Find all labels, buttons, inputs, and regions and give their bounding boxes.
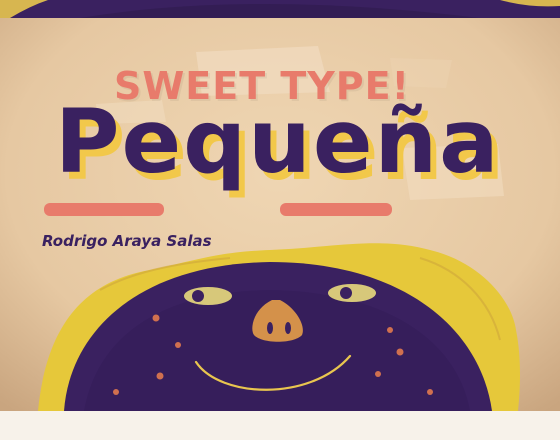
underline-bar-left: [44, 203, 164, 216]
page-title: Pequeña: [55, 90, 501, 193]
top-band: [0, 0, 560, 18]
bottom-frame-strip: [0, 411, 560, 440]
underline-bar-right: [280, 203, 392, 216]
author-credit: Rodrigo Araya Salas: [42, 232, 212, 250]
